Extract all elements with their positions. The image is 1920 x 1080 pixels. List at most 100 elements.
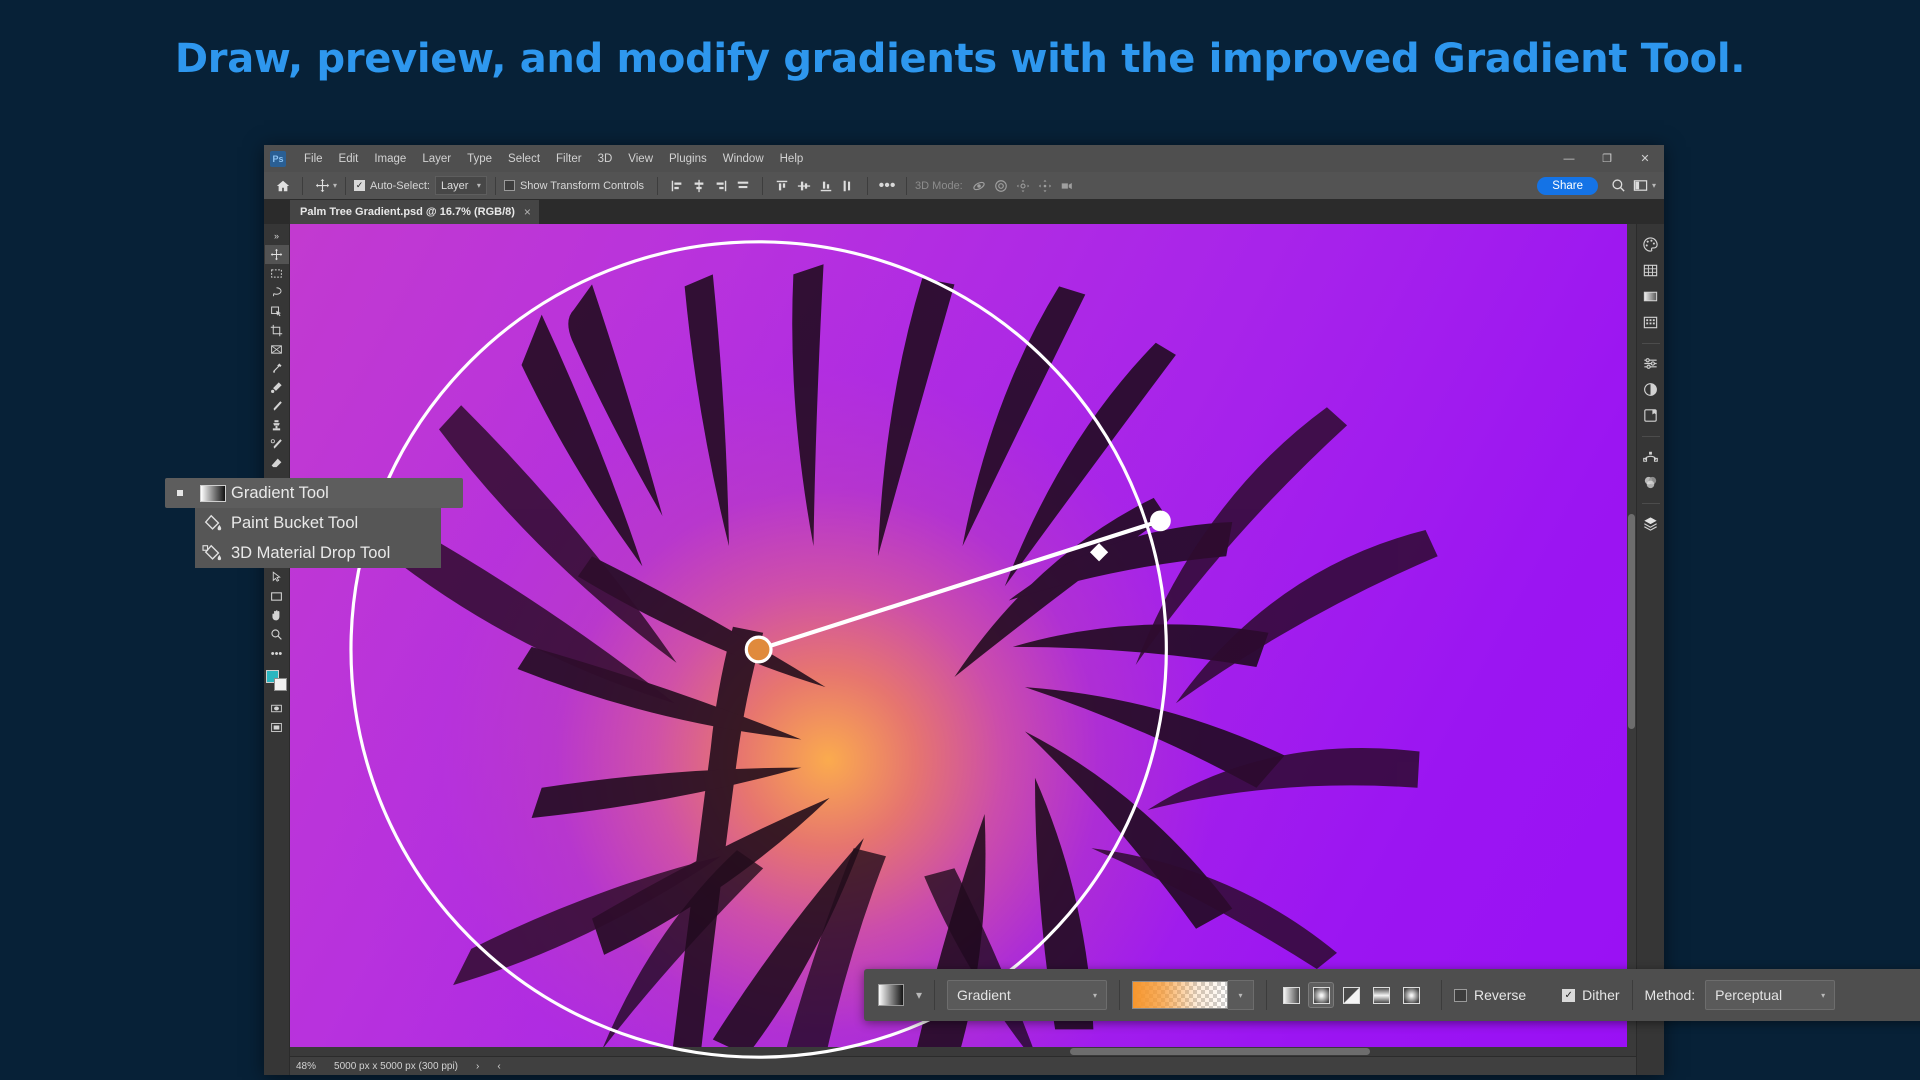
- align-top-icon[interactable]: [771, 176, 793, 196]
- minimize-button[interactable]: —: [1550, 145, 1588, 172]
- flyout-item-label: 3D Material Drop Tool: [231, 544, 390, 563]
- sidebar-item-clone-stamp-tool[interactable]: [265, 416, 289, 435]
- flyout-item-3d-material-drop-tool[interactable]: 3D Material Drop Tool: [195, 538, 441, 568]
- menu-window[interactable]: Window: [715, 149, 772, 169]
- styles-panel-icon[interactable]: [1639, 377, 1663, 401]
- sidebar-item-move-tool[interactable]: [265, 245, 289, 264]
- auto-select-checkbox[interactable]: ✓: [354, 180, 365, 191]
- linear-gradient-button[interactable]: [1279, 983, 1303, 1007]
- show-transform-checkbox[interactable]: [504, 180, 515, 191]
- gradients-panel-icon[interactable]: [1639, 284, 1663, 308]
- document-tab[interactable]: Palm Tree Gradient.psd @ 16.7% (RGB/8) ×: [290, 200, 539, 224]
- distribute-horizontal-icon[interactable]: [732, 176, 754, 196]
- angle-gradient-button[interactable]: [1339, 983, 1363, 1007]
- quick-mask-icon[interactable]: [265, 699, 289, 718]
- align-right-icon[interactable]: [710, 176, 732, 196]
- sidebar-item-zoom-tool[interactable]: [265, 625, 289, 644]
- align-left-icon[interactable]: [666, 176, 688, 196]
- sidebar-item-hand-tool[interactable]: [265, 606, 289, 625]
- sidebar-item-path-selection-tool[interactable]: [265, 568, 289, 587]
- foreground-background-color[interactable]: [265, 669, 289, 693]
- auto-select-target-dropdown[interactable]: Layer ▾: [435, 176, 487, 195]
- canvas-area[interactable]: 48% 5000 px x 5000 px (300 ppi) › ‹: [290, 224, 1636, 1075]
- sidebar-item-object-selection-tool[interactable]: [265, 302, 289, 321]
- reverse-checkbox[interactable]: [1454, 989, 1467, 1002]
- sidebar-item-marquee-tool[interactable]: [265, 264, 289, 283]
- search-icon[interactable]: [1608, 176, 1630, 196]
- scrollbar-thumb[interactable]: [1628, 514, 1635, 729]
- status-expand-icon[interactable]: ›: [476, 1061, 479, 1072]
- radial-gradient-button[interactable]: [1309, 983, 1333, 1007]
- align-center-horizontal-icon[interactable]: [688, 176, 710, 196]
- gradient-preset-caret-icon[interactable]: ▾: [916, 988, 922, 1002]
- reverse-checkbox-group[interactable]: Reverse: [1454, 987, 1526, 1003]
- distribute-vertical-icon[interactable]: [837, 176, 859, 196]
- channels-panel-icon[interactable]: [1639, 470, 1663, 494]
- pan-3d-icon[interactable]: [1012, 176, 1034, 196]
- sidebar-item-eraser-tool[interactable]: [265, 454, 289, 473]
- menu-edit[interactable]: Edit: [331, 149, 367, 169]
- screen-mode-icon[interactable]: [265, 718, 289, 737]
- close-icon[interactable]: ×: [524, 205, 531, 219]
- color-panel-icon[interactable]: [1639, 232, 1663, 256]
- workspace-icon[interactable]: [1630, 176, 1652, 196]
- gradient-mode-dropdown[interactable]: Gradient ▾: [947, 980, 1107, 1010]
- patterns-panel-icon[interactable]: [1639, 310, 1663, 334]
- menu-image[interactable]: Image: [366, 149, 414, 169]
- dither-checkbox[interactable]: ✓: [1562, 989, 1575, 1002]
- sidebar-item-history-brush-tool[interactable]: [265, 435, 289, 454]
- sidebar-item-edit-toolbar[interactable]: •••: [265, 644, 289, 663]
- sidebar-item-crop-tool[interactable]: [265, 321, 289, 340]
- flyout-item-paint-bucket-tool[interactable]: Paint Bucket Tool: [195, 508, 441, 538]
- menu-layer[interactable]: Layer: [414, 149, 459, 169]
- sidebar-item-rectangle-tool[interactable]: [265, 587, 289, 606]
- gradient-preview[interactable]: [1132, 981, 1228, 1009]
- method-dropdown[interactable]: Perceptual ▾: [1705, 980, 1835, 1010]
- maximize-button[interactable]: ❐: [1588, 145, 1626, 172]
- swatches-panel-icon[interactable]: [1639, 258, 1663, 282]
- menu-help[interactable]: Help: [772, 149, 812, 169]
- scale-3d-icon[interactable]: [1056, 176, 1078, 196]
- menu-view[interactable]: View: [620, 149, 661, 169]
- menu-type[interactable]: Type: [459, 149, 500, 169]
- status-collapse-icon[interactable]: ‹: [497, 1061, 500, 1072]
- diamond-gradient-button[interactable]: [1399, 983, 1423, 1007]
- roll-3d-icon[interactable]: [990, 176, 1012, 196]
- chevron-down-icon[interactable]: ▾: [1652, 181, 1656, 190]
- adjustments-panel-icon[interactable]: [1639, 351, 1663, 375]
- libraries-panel-icon[interactable]: [1639, 403, 1663, 427]
- sidebar-item-eyedropper-tool[interactable]: [265, 359, 289, 378]
- background-color-swatch[interactable]: [274, 678, 287, 691]
- align-middle-vertical-icon[interactable]: [793, 176, 815, 196]
- dither-checkbox-group[interactable]: ✓ Dither: [1562, 987, 1619, 1003]
- ellipsis-icon[interactable]: •••: [876, 176, 898, 196]
- sidebar-item-frame-tool[interactable]: [265, 340, 289, 359]
- menu-3d[interactable]: 3D: [590, 149, 621, 169]
- horizontal-scrollbar[interactable]: [290, 1047, 1627, 1056]
- paths-panel-icon[interactable]: [1639, 444, 1663, 468]
- gradient-preset-swatch[interactable]: [878, 984, 904, 1006]
- close-button[interactable]: ✕: [1626, 145, 1664, 172]
- gradient-preview-dropdown-button[interactable]: ▾: [1228, 980, 1254, 1010]
- move-tool-icon[interactable]: [311, 176, 333, 196]
- menu-select[interactable]: Select: [500, 149, 548, 169]
- menu-plugins[interactable]: Plugins: [661, 149, 715, 169]
- flyout-item-gradient-tool[interactable]: Gradient Tool: [165, 478, 463, 508]
- zoom-level[interactable]: 48%: [296, 1061, 316, 1072]
- sidebar-item-lasso-tool[interactable]: [265, 283, 289, 302]
- align-bottom-icon[interactable]: [815, 176, 837, 196]
- slide-3d-icon[interactable]: [1034, 176, 1056, 196]
- move-tool-caret-icon[interactable]: ▾: [333, 181, 337, 190]
- share-button[interactable]: Share: [1537, 177, 1598, 195]
- orbit-3d-icon[interactable]: [968, 176, 990, 196]
- vertical-scrollbar[interactable]: [1627, 224, 1636, 1056]
- sidebar-item-brush-tool[interactable]: [265, 397, 289, 416]
- home-icon[interactable]: [272, 176, 294, 196]
- toolbar-collapse-icon[interactable]: »: [265, 226, 289, 245]
- menu-file[interactable]: File: [296, 149, 331, 169]
- reflected-gradient-button[interactable]: [1369, 983, 1393, 1007]
- menu-filter[interactable]: Filter: [548, 149, 590, 169]
- layers-panel-icon[interactable]: [1639, 511, 1663, 535]
- sidebar-item-healing-brush-tool[interactable]: [265, 378, 289, 397]
- scrollbar-thumb[interactable]: [1070, 1048, 1370, 1055]
